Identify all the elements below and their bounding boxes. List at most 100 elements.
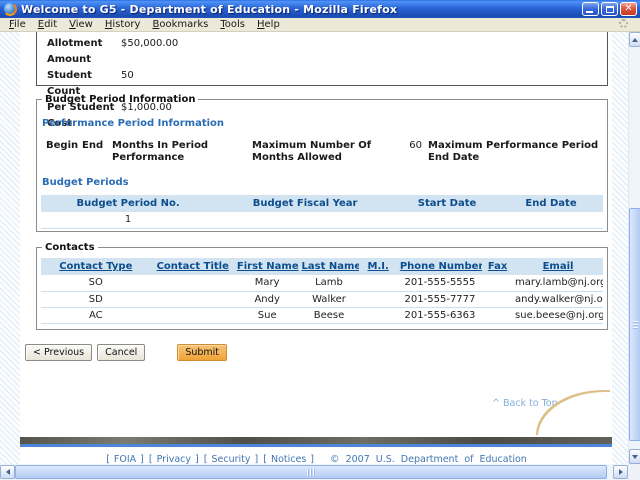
horizontal-scrollbar[interactable] (0, 464, 628, 480)
page-viewport: Allotment Amount $50,000.00 Student Coun… (0, 32, 628, 464)
firefox-icon (4, 3, 16, 15)
contacts-header-row: Contact Type Contact Title First Name La… (41, 258, 603, 275)
email-cell: andy.walker@nj.org (513, 291, 603, 307)
phone-number-sort-link[interactable]: Phone Number (400, 261, 482, 272)
bracket: ] (255, 454, 259, 464)
previous-button[interactable]: < Previous (25, 344, 92, 361)
first-name-cell: Mary (235, 275, 300, 291)
contacts-legend: Contacts (42, 242, 98, 253)
budget-fiscal-year-header: Budget Fiscal Year (215, 195, 395, 212)
right-arrow-icon (619, 469, 623, 475)
security-link[interactable]: Security (212, 454, 251, 464)
email-header: Email (513, 258, 603, 275)
menu-edit[interactable]: Edit (32, 18, 63, 31)
email-sort-link[interactable]: Email (543, 261, 574, 272)
footer-divider-bar (20, 437, 612, 447)
menu-history[interactable]: History (99, 18, 147, 31)
award-summary-box: Allotment Amount $50,000.00 Student Coun… (36, 32, 608, 86)
bracket: ] (195, 454, 199, 464)
phone-number-header: Phone Number (398, 258, 482, 275)
left-arrow-icon (6, 469, 10, 475)
action-buttons: < Previous Cancel Submit (25, 344, 227, 361)
max-months-value: 60 (402, 140, 422, 164)
up-arrow-icon (632, 38, 638, 42)
scroll-up-button[interactable] (629, 32, 640, 47)
budget-period-fieldset: Budget Period Information Performance Pe… (36, 94, 608, 232)
scroll-down-button[interactable] (629, 449, 640, 464)
menu-help[interactable]: Help (251, 18, 286, 31)
budget-period-no-header: Budget Period No. (41, 195, 215, 212)
menu-bookmarks[interactable]: Bookmarks (146, 18, 214, 31)
allotment-amount-label: Allotment Amount (47, 36, 121, 68)
mi-cell (359, 307, 398, 323)
menu-file[interactable]: File (3, 18, 32, 31)
submit-button[interactable]: Submit (177, 344, 227, 361)
contact-type-header: Contact Type (41, 258, 151, 275)
cancel-button[interactable]: Cancel (97, 344, 145, 361)
contact-type-cell: AC (41, 307, 151, 323)
bracket: [ (106, 454, 110, 464)
performance-fields-row: Begin End Months In Period Performance M… (46, 140, 603, 164)
max-performance-end-date-label: Maximum Performance Period End Date (428, 140, 603, 164)
contacts-table: Contact Type Contact Title First Name La… (41, 258, 603, 324)
scrollbar-corner (628, 464, 640, 480)
phone-number-cell: 201-555-7777 (398, 291, 482, 307)
contact-row: SD Andy Walker 201-555-7777 andy.walker@… (41, 291, 603, 307)
bracket: [ (149, 454, 153, 464)
maximize-button[interactable] (601, 2, 618, 16)
first-name-cell: Sue (235, 307, 300, 323)
budget-table-row: 1 (41, 212, 603, 228)
first-name-sort-link[interactable]: First Name (237, 261, 299, 272)
last-name-cell: Lamb (300, 275, 359, 291)
privacy-link[interactable]: Privacy (157, 454, 191, 464)
contact-title-header: Contact Title (151, 258, 235, 275)
start-date-cell (395, 212, 499, 228)
mi-header: M.I. (359, 258, 398, 275)
budget-period-legend: Budget Period Information (42, 94, 198, 105)
budget-fiscal-year-cell (215, 212, 395, 228)
email-cell: mary.lamb@nj.org (513, 275, 603, 291)
fax-cell (482, 291, 513, 307)
notices-link[interactable]: Notices (271, 454, 306, 464)
window-controls: ✕ (582, 2, 637, 16)
menu-tools[interactable]: Tools (214, 18, 251, 31)
scroll-right-button[interactable] (613, 465, 628, 479)
back-to-top-link[interactable]: ^ Back to Top (492, 398, 558, 409)
fax-cell (482, 275, 513, 291)
budget-periods-header: Budget Periods (42, 177, 603, 188)
menubar: File Edit View History Bookmarks Tools H… (0, 18, 640, 32)
last-name-sort-link[interactable]: Last Name (302, 261, 359, 272)
maximize-icon (606, 6, 614, 13)
contact-title-cell (151, 275, 235, 291)
first-name-cell: Andy (235, 291, 300, 307)
last-name-cell: Beese (300, 307, 359, 323)
contacts-fieldset: Contacts Contact Type Contact Title Firs… (36, 242, 608, 330)
end-label: End (82, 140, 112, 164)
vertical-scrollbar[interactable] (628, 32, 640, 464)
vertical-scrollbar-thumb[interactable] (629, 208, 640, 441)
content-panel: Allotment Amount $50,000.00 Student Coun… (20, 32, 612, 464)
contact-type-cell: SD (41, 291, 151, 307)
contact-type-sort-link[interactable]: Contact Type (59, 261, 132, 272)
mi-sort-link[interactable]: M.I. (368, 261, 389, 272)
minimize-button[interactable] (582, 2, 599, 16)
horizontal-scrollbar-thumb[interactable] (15, 465, 607, 479)
fax-header: Fax (482, 258, 513, 275)
contact-row: AC Sue Beese 201-555-6363 sue.beese@nj.o… (41, 307, 603, 323)
bracket: [ (263, 454, 267, 464)
foia-link[interactable]: FOIA (114, 454, 136, 464)
menu-view[interactable]: View (63, 18, 99, 31)
contact-title-sort-link[interactable]: Contact Title (157, 261, 229, 272)
minimize-icon (586, 11, 593, 13)
scroll-left-button[interactable] (0, 465, 15, 479)
close-button[interactable]: ✕ (620, 2, 637, 16)
fax-sort-link[interactable]: Fax (488, 261, 507, 272)
max-months-allowed-label: Maximum Number Of Months Allowed (252, 140, 402, 164)
end-date-cell (499, 212, 603, 228)
contact-title-cell (151, 291, 235, 307)
email-cell: sue.beese@nj.org (513, 307, 603, 323)
phone-number-cell: 201-555-5555 (398, 275, 482, 291)
begin-label: Begin (46, 140, 82, 164)
start-date-header: Start Date (395, 195, 499, 212)
bracket: ] (140, 454, 144, 464)
